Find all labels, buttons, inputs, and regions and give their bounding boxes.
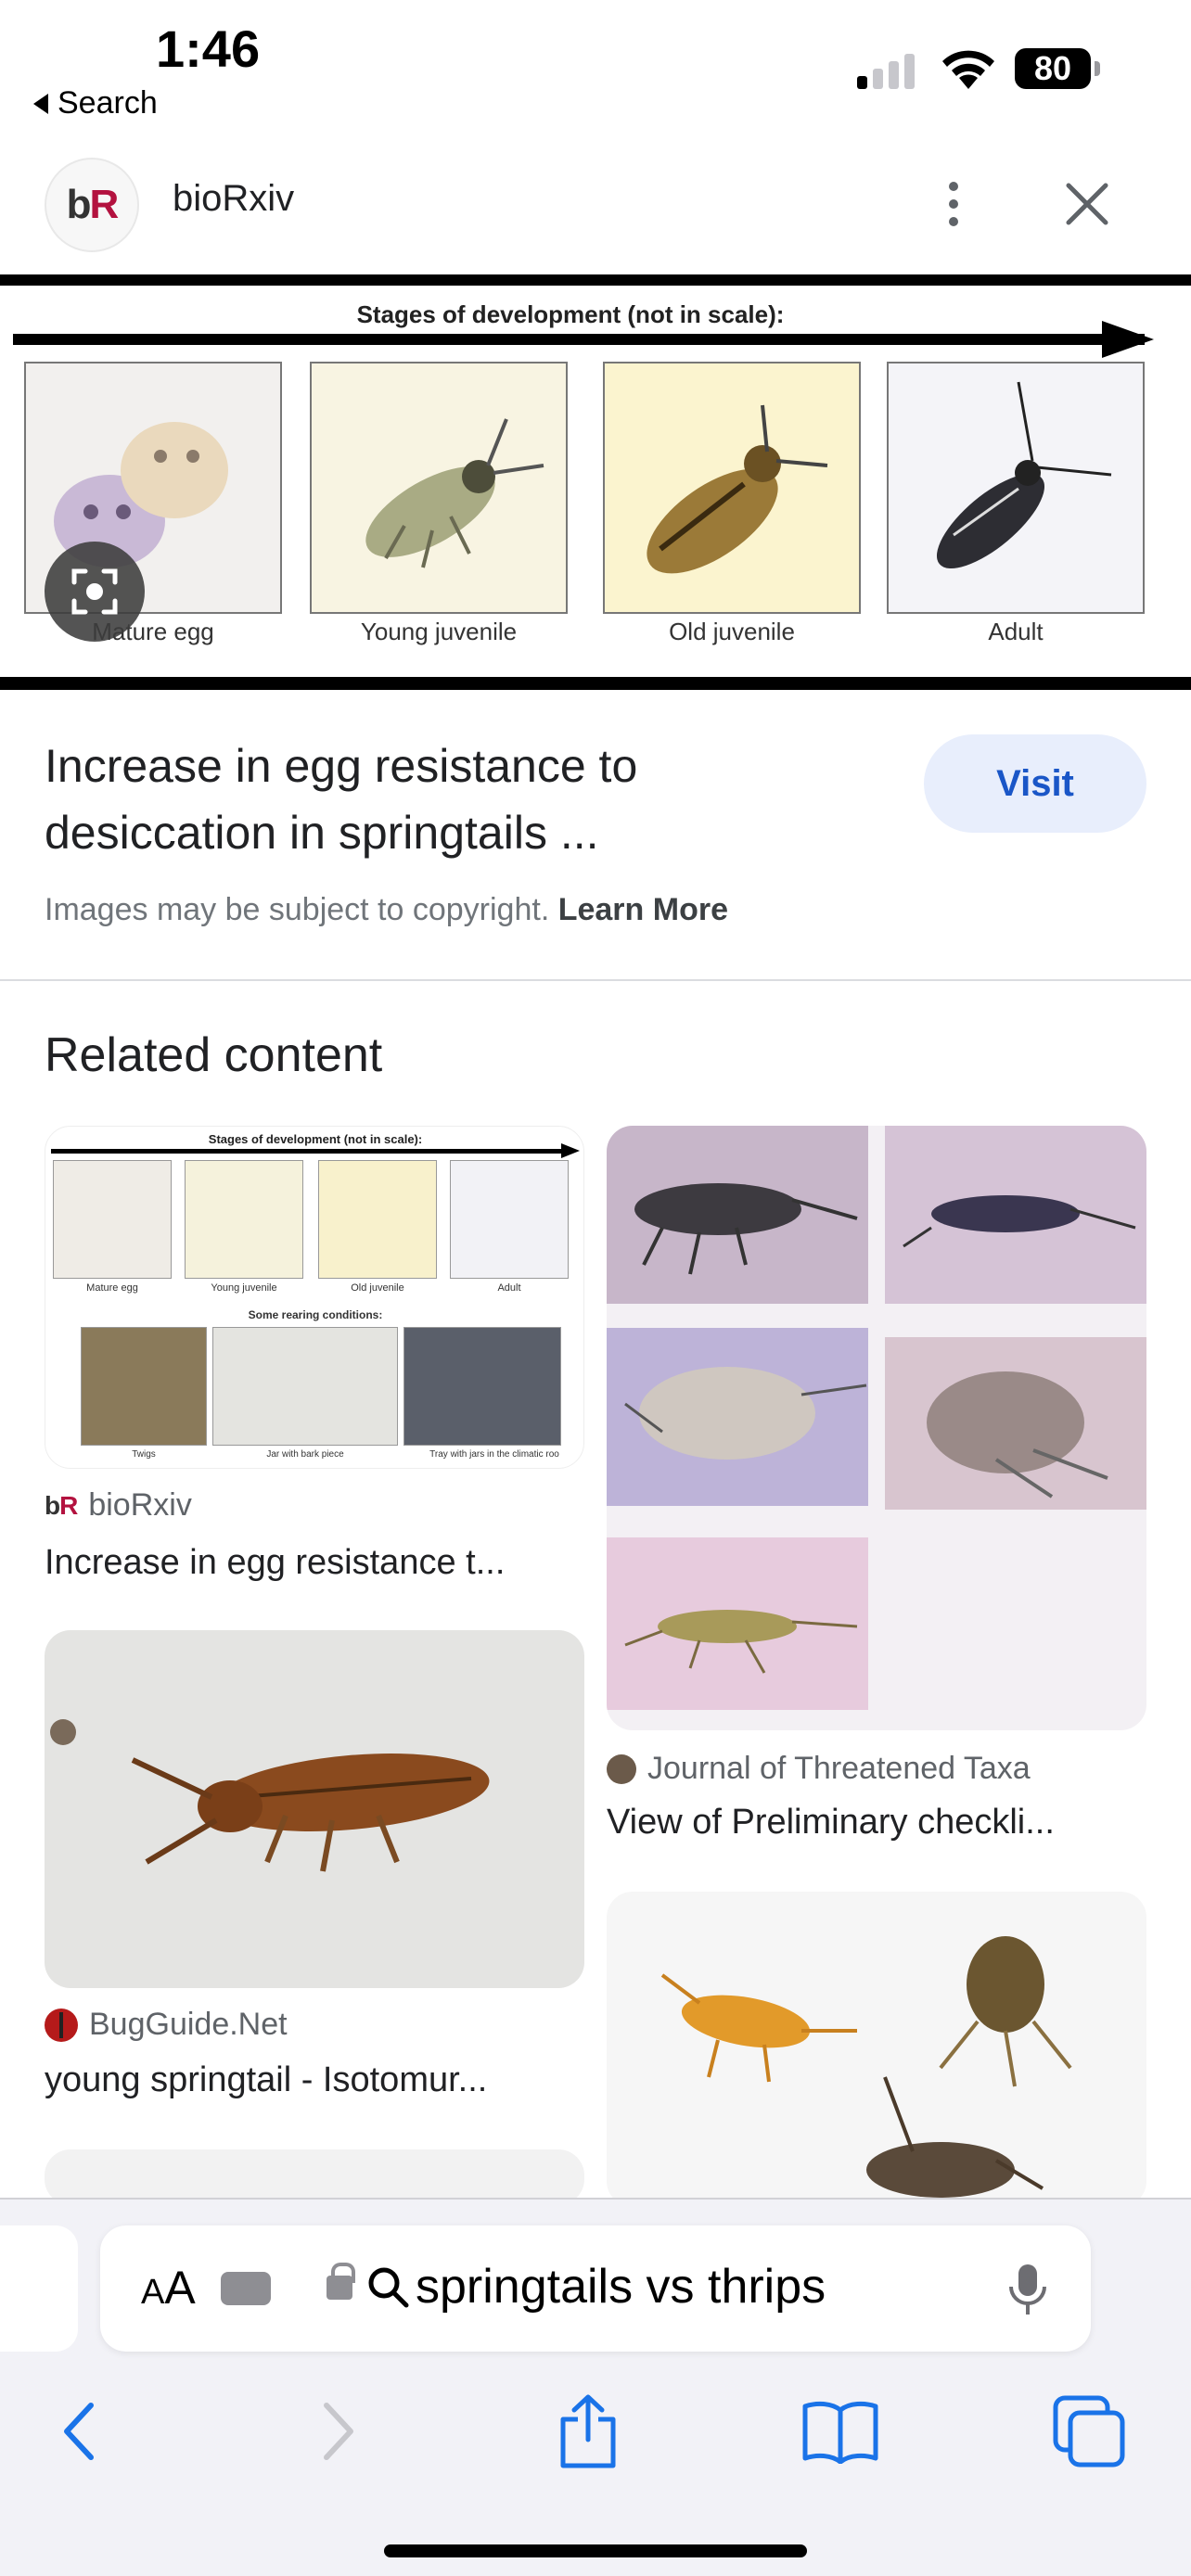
back-button[interactable]	[33, 2385, 126, 2478]
mini-stage-label: Adult	[497, 1282, 521, 1294]
stage-adult	[887, 362, 1145, 614]
mini-stage-label: Young juvenile	[211, 1282, 277, 1294]
book-icon	[802, 2401, 878, 2464]
main-result-image[interactable]: Stages of development (not in scale): Ma…	[0, 274, 1191, 690]
extension-icon[interactable]	[221, 2272, 271, 2305]
stage-old-juvenile	[603, 362, 861, 614]
mini-title: Stages of development (not in scale):	[208, 1132, 423, 1146]
related-card-source: BugGuide.Net	[45, 2007, 288, 2043]
biorxiv-mini-logo: bR	[45, 1490, 78, 1520]
forward-button[interactable]	[291, 2385, 384, 2478]
wifi-icon	[942, 50, 994, 89]
related-card-image-partial[interactable]	[45, 2149, 584, 2205]
chevron-right-icon	[324, 2403, 353, 2460]
related-card-image-springtails[interactable]	[607, 1892, 1146, 2207]
related-card-title[interactable]: View of Preliminary checkli...	[607, 1803, 1055, 1843]
back-label: Search	[58, 85, 158, 121]
stage-label: Old juvenile	[669, 618, 795, 645]
timeline-arrow-head	[1102, 321, 1154, 358]
mini-stage-label: Mature egg	[86, 1282, 138, 1294]
close-icon[interactable]	[1063, 180, 1111, 228]
lens-icon	[71, 568, 118, 615]
bugguide-site-icon	[45, 2008, 78, 2042]
search-icon	[368, 2267, 409, 2308]
related-content-heading: Related content	[45, 1028, 383, 1082]
stage-label: Adult	[988, 618, 1044, 645]
related-card-source: Journal of Threatened Taxa	[607, 1751, 1031, 1787]
chevron-left-icon	[64, 2403, 94, 2460]
lock-icon	[327, 2263, 355, 2300]
google-lens-button[interactable]	[45, 542, 145, 642]
mini-rearing-label: Twigs	[132, 1449, 156, 1460]
home-indicator	[384, 2544, 807, 2557]
browser-toolbar: AA springtails vs thrips	[0, 2198, 1191, 2576]
share-icon	[560, 2394, 616, 2468]
back-triangle-icon	[33, 93, 48, 114]
related-card-image-jott[interactable]	[607, 1126, 1146, 1730]
share-button[interactable]	[542, 2385, 634, 2478]
bookmarks-button[interactable]	[794, 2385, 887, 2478]
battery-icon: 80	[1015, 48, 1091, 89]
jott-site-icon	[607, 1753, 636, 1784]
clock: 1:46	[156, 19, 261, 78]
visit-button[interactable]: Visit	[924, 734, 1146, 833]
result-header: bR bioRxiv	[0, 148, 1191, 260]
cellular-signal-icon	[857, 54, 915, 89]
hero-image-title: Stages of development (not in scale):	[356, 300, 785, 328]
previous-tab-peek[interactable]	[0, 2225, 78, 2352]
learn-more-link[interactable]: Learn More	[558, 892, 728, 927]
related-card-title[interactable]: Increase in egg resistance t...	[45, 1543, 505, 1583]
stage-label: Young juvenile	[360, 618, 518, 645]
copyright-notice: Images may be subject to copyright. Lear…	[45, 892, 728, 927]
site-name: bioRxiv	[173, 178, 295, 219]
related-card-source: bR bioRxiv	[45, 1487, 192, 1523]
microphone-icon[interactable]	[1007, 2263, 1048, 2318]
mini-rearing-title: Some rearing conditions:	[248, 1308, 383, 1321]
biorxiv-logo: bR	[45, 158, 139, 252]
tabs-button[interactable]	[1043, 2385, 1135, 2478]
url-text[interactable]: springtails vs thrips	[416, 2259, 826, 2315]
section-divider	[0, 979, 1191, 981]
related-card-image-biorxiv[interactable]: Stages of development (not in scale): Ma…	[45, 1126, 584, 1469]
more-options-icon[interactable]	[937, 176, 970, 232]
result-title[interactable]: Increase in egg resistance to desiccatio…	[45, 733, 879, 866]
battery-cap	[1095, 61, 1100, 76]
address-bar[interactable]: AA springtails vs thrips	[100, 2225, 1091, 2352]
status-bar: 1:46 Search 80	[0, 0, 1191, 139]
stage-young-juvenile	[310, 362, 568, 614]
tabs-icon	[1053, 2395, 1125, 2468]
back-to-search-link[interactable]: Search	[33, 85, 158, 121]
mini-stage-label: Old juvenile	[351, 1282, 404, 1294]
related-card-title[interactable]: young springtail - Isotomur...	[45, 2060, 487, 2100]
timeline-arrow	[13, 334, 1145, 345]
reader-options-button[interactable]: AA	[141, 2261, 196, 2315]
mini-rearing-label: Tray with jars in the climatic roo	[429, 1449, 559, 1460]
related-card-image-bugguide[interactable]	[45, 1630, 584, 1988]
mini-rearing-label: Jar with bark piece	[266, 1449, 344, 1460]
